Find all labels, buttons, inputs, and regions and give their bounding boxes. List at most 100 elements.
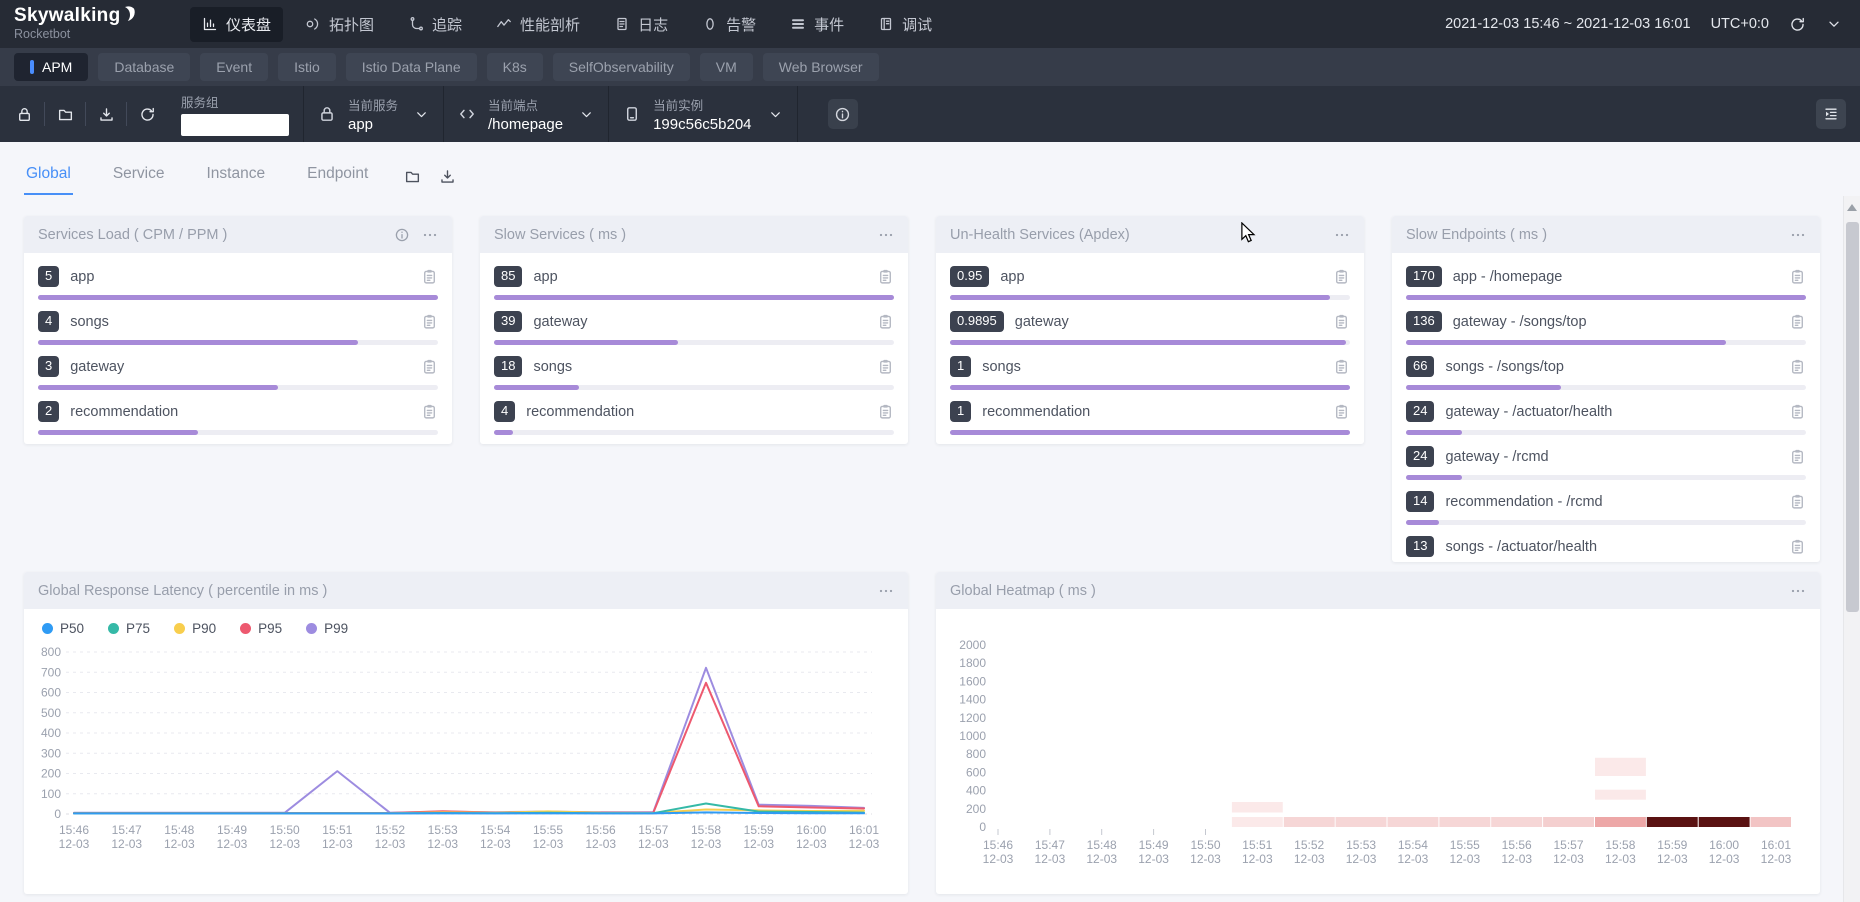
info-button[interactable]	[828, 99, 858, 129]
copy-button[interactable]	[1789, 268, 1806, 285]
nav-item-2[interactable]: 追踪	[396, 7, 474, 42]
copy-button[interactable]	[421, 403, 438, 420]
svg-text:12-03: 12-03	[322, 837, 353, 851]
current-service-select[interactable]: 当前服务 app	[318, 95, 429, 133]
download-button[interactable]	[88, 99, 124, 129]
copy-button[interactable]	[877, 268, 894, 285]
timezone-label[interactable]: UTC+0:0	[1711, 16, 1769, 32]
nav-item-6[interactable]: 事件	[778, 7, 856, 42]
workspace-tab-web-browser[interactable]: Web Browser	[763, 53, 879, 81]
folder-button[interactable]	[47, 99, 83, 129]
download-icon[interactable]	[439, 168, 456, 185]
nav-item-7[interactable]: 调试	[866, 7, 944, 42]
more-icon[interactable]	[878, 583, 894, 599]
folder-icon[interactable]	[404, 168, 421, 185]
list-item: 85app	[494, 255, 894, 300]
copy-button[interactable]	[1789, 448, 1806, 465]
chevron-down-icon[interactable]	[1826, 16, 1842, 32]
legend-item-p90[interactable]: P90	[174, 621, 216, 636]
nav-item-3[interactable]: 性能剖析	[484, 7, 592, 42]
more-icon[interactable]	[878, 227, 894, 243]
legend-item-p75[interactable]: P75	[108, 621, 150, 636]
svg-text:800: 800	[41, 645, 61, 659]
more-icon[interactable]	[1334, 227, 1350, 243]
workspace-tab-label: SelfObservability	[569, 59, 674, 75]
workspace-tab-k8s[interactable]: K8s	[487, 53, 543, 81]
lock-button[interactable]	[6, 99, 42, 129]
refresh-icon-slot[interactable]	[1789, 16, 1806, 33]
current-instance-select[interactable]: 当前实例 199c56c5b204	[623, 95, 782, 133]
workspace-tab-label: Istio Data Plane	[362, 59, 461, 75]
nav-item-0[interactable]: 仪表盘	[190, 7, 283, 42]
legend-item-p99[interactable]: P99	[306, 621, 348, 636]
page-scrollbar[interactable]	[1843, 196, 1860, 902]
card-title: Un-Health Services (Apdex)	[950, 227, 1334, 243]
folder-icon	[57, 106, 74, 123]
card-header-icons	[1790, 227, 1806, 243]
copy-button[interactable]	[1789, 358, 1806, 375]
svg-text:200: 200	[966, 802, 986, 816]
svg-text:15:53: 15:53	[428, 823, 458, 837]
copy-button[interactable]	[1333, 403, 1350, 420]
service-group-input[interactable]	[181, 114, 289, 136]
tab-instance[interactable]: Instance	[205, 157, 268, 195]
legend-item-p95[interactable]: P95	[240, 621, 282, 636]
card-header-icons	[1334, 227, 1350, 243]
more-icon[interactable]	[1790, 583, 1806, 599]
chevron-slot[interactable]	[1826, 16, 1842, 32]
item-value-badge: 0.9895	[950, 311, 1004, 331]
svg-text:12-03: 12-03	[743, 837, 774, 851]
time-range-picker[interactable]: 2021-12-03 15:46 ~ 2021-12-03 16:01	[1445, 16, 1691, 32]
svg-text:12-03: 12-03	[1449, 852, 1480, 866]
view-tabs: Global Service Instance Endpoint	[24, 157, 370, 195]
copy-button[interactable]	[421, 313, 438, 330]
copy-button[interactable]	[877, 403, 894, 420]
refresh-icon[interactable]	[1789, 16, 1806, 33]
collapse-panel-button[interactable]	[1816, 99, 1846, 129]
nav-item-label: 拓扑图	[329, 14, 374, 35]
item-value-badge: 14	[1406, 491, 1434, 511]
current-instance-label: 当前实例	[653, 95, 751, 114]
logo[interactable]: Skywalking Rocketbot	[14, 6, 174, 42]
tab-global[interactable]: Global	[24, 157, 73, 195]
copy-button[interactable]	[877, 358, 894, 375]
copy-button[interactable]	[1789, 403, 1806, 420]
refresh-button[interactable]	[129, 99, 165, 129]
tab-service[interactable]: Service	[111, 157, 167, 195]
copy-button[interactable]	[1789, 493, 1806, 510]
legend-item-p50[interactable]: P50	[42, 621, 84, 636]
scrollbar-thumb[interactable]	[1846, 222, 1859, 612]
nav-item-1[interactable]: 拓扑图	[293, 7, 386, 42]
scroll-up-icon[interactable]	[1847, 204, 1857, 211]
item-label: app	[533, 269, 866, 285]
rank-card-2: Un-Health Services (Apdex)0.95app0.9895g…	[936, 216, 1364, 444]
clipboard-icon	[1333, 358, 1350, 375]
svg-text:16:01: 16:01	[849, 823, 879, 837]
workspace-tab-database[interactable]: Database	[98, 53, 190, 81]
workspace-tab-istio-data-plane[interactable]: Istio Data Plane	[346, 53, 477, 81]
copy-button[interactable]	[421, 268, 438, 285]
item-label: app	[1000, 269, 1322, 285]
copy-button[interactable]	[1789, 538, 1806, 555]
info-icon[interactable]	[394, 227, 410, 243]
clipboard-icon	[1789, 448, 1806, 465]
workspace-tab-apm[interactable]: APM	[14, 53, 88, 81]
copy-button[interactable]	[1789, 313, 1806, 330]
workspace-tab-istio[interactable]: Istio	[278, 53, 336, 81]
copy-button[interactable]	[1333, 358, 1350, 375]
copy-button[interactable]	[877, 313, 894, 330]
copy-button[interactable]	[421, 358, 438, 375]
more-icon[interactable]	[1790, 227, 1806, 243]
workspace-tab-vm[interactable]: VM	[700, 53, 753, 81]
list-item: 1recommendation	[950, 390, 1350, 435]
tab-endpoint[interactable]: Endpoint	[305, 157, 370, 195]
nav-item-4[interactable]: 日志	[602, 7, 680, 42]
nav-item-5[interactable]: 告警	[690, 7, 768, 42]
svg-text:0: 0	[54, 807, 61, 821]
workspace-tab-event[interactable]: Event	[200, 53, 268, 81]
more-icon[interactable]	[422, 227, 438, 243]
copy-button[interactable]	[1333, 268, 1350, 285]
copy-button[interactable]	[1333, 313, 1350, 330]
workspace-tab-selfobservability[interactable]: SelfObservability	[553, 53, 690, 81]
current-endpoint-select[interactable]: 当前端点 /homepage	[458, 95, 594, 133]
